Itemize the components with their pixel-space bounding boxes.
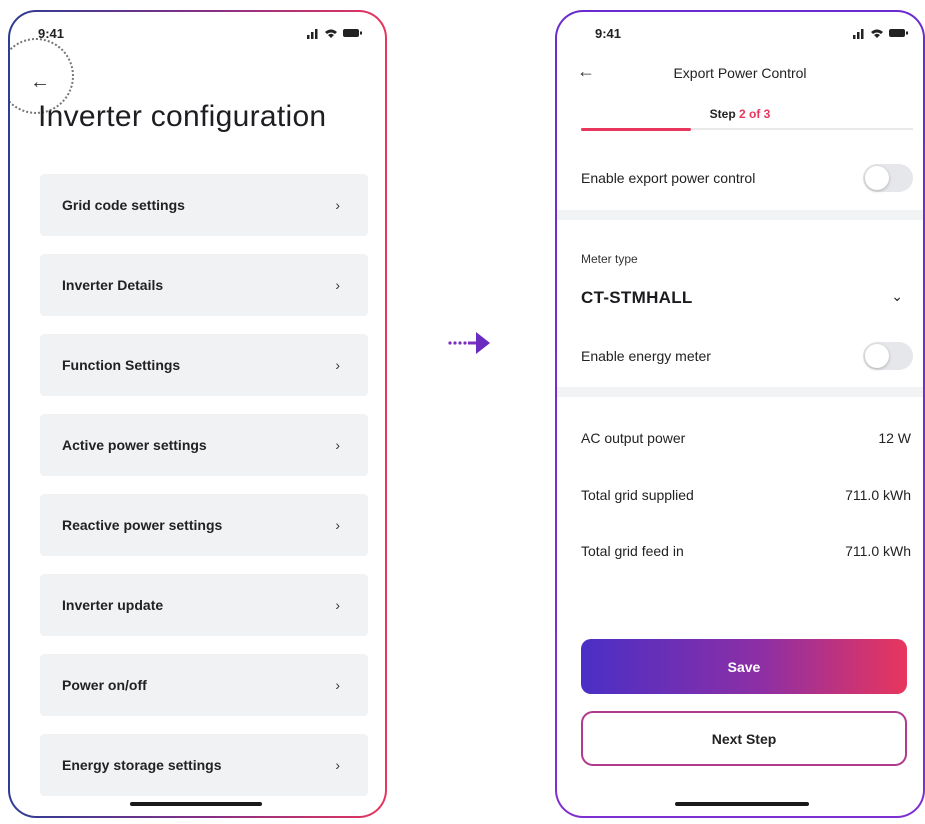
meter-type-select[interactable]: CT-STMHALL: [581, 288, 693, 308]
home-indicator: [130, 802, 262, 806]
enable-export-label: Enable export power control: [581, 170, 756, 186]
menu-item-inverter-details[interactable]: Inverter Details ›: [40, 254, 368, 316]
screen-inverter-configuration: 9:41 ← Inverter configuration Grid code …: [10, 12, 385, 816]
menu-item-label: Reactive power settings: [62, 517, 223, 533]
section-divider: [557, 387, 923, 397]
save-button[interactable]: Save: [581, 639, 907, 694]
enable-export-toggle[interactable]: [863, 164, 913, 192]
chevron-right-icon: ›: [335, 197, 340, 213]
screen-export-power-control: 9:41 ← Export Power Control Step 2 of 3 …: [557, 12, 923, 816]
menu-item-inverter-update[interactable]: Inverter update ›: [40, 574, 368, 636]
menu-item-energy-storage-settings[interactable]: Energy storage settings ›: [40, 734, 368, 796]
total-grid-feed-in-value: 711.0 kWh: [845, 543, 911, 559]
signal-wifi-battery-icon: [853, 29, 908, 39]
chevron-right-icon: ›: [335, 517, 340, 533]
step-progress-track: [581, 128, 913, 131]
meter-type-label: Meter type: [581, 252, 638, 266]
menu-item-label: Inverter update: [62, 597, 164, 613]
menu-item-label: Energy storage settings: [62, 757, 222, 773]
status-time: 9:41: [595, 26, 622, 41]
back-arrow-icon[interactable]: ←: [30, 72, 50, 92]
menu-item-label: Function Settings: [62, 357, 181, 373]
chevron-right-icon: ›: [335, 597, 340, 613]
total-grid-supplied-label: Total grid supplied: [581, 487, 694, 503]
ac-output-power-value: 12 W: [878, 430, 911, 446]
status-icons: [853, 27, 909, 42]
step-total: 3: [763, 107, 771, 121]
chevron-right-icon: ›: [335, 757, 340, 773]
step-prefix: Step: [709, 107, 739, 121]
home-indicator: [675, 802, 809, 806]
menu-item-label: Active power settings: [62, 437, 207, 453]
page-title: Inverter configuration: [38, 100, 327, 133]
step-separator: of: [745, 107, 764, 121]
total-grid-feed-in-label: Total grid feed in: [581, 543, 684, 559]
chevron-right-icon: ›: [335, 677, 340, 693]
chevron-right-icon: ›: [335, 357, 340, 373]
phone-inverter-configuration: 9:41 ← Inverter configuration Grid code …: [8, 10, 387, 818]
menu-item-active-power-settings[interactable]: Active power settings ›: [40, 414, 368, 476]
flow-arrow-icon: [448, 332, 490, 354]
menu-item-label: Power on/off: [62, 677, 147, 693]
section-divider: [557, 210, 923, 220]
next-step-button[interactable]: Next Step: [581, 711, 907, 766]
toggle-knob: [865, 166, 889, 190]
menu-item-grid-code-settings[interactable]: Grid code settings ›: [40, 174, 368, 236]
step-indicator: Step 2 of 3: [557, 107, 923, 121]
status-icons: [307, 27, 363, 42]
page-title: Export Power Control: [673, 65, 807, 81]
chevron-right-icon: ›: [335, 277, 340, 293]
menu-item-function-settings[interactable]: Function Settings ›: [40, 334, 368, 396]
menu-item-reactive-power-settings[interactable]: Reactive power settings ›: [40, 494, 368, 556]
menu-item-label: Inverter Details: [62, 277, 164, 293]
total-grid-supplied-value: 711.0 kWh: [845, 487, 911, 503]
signal-wifi-battery-icon: [307, 29, 362, 39]
ac-output-power-label: AC output power: [581, 430, 686, 446]
step-progress-bar: [581, 128, 691, 131]
chevron-down-icon[interactable]: ⌄: [891, 288, 903, 305]
toggle-knob: [865, 344, 889, 368]
chevron-right-icon: ›: [335, 437, 340, 453]
settings-menu: Grid code settings › Inverter Details › …: [40, 174, 368, 814]
enable-energy-meter-toggle[interactable]: [863, 342, 913, 370]
enable-energy-meter-label: Enable energy meter: [581, 348, 711, 364]
step-current: 2: [738, 107, 746, 121]
menu-item-label: Grid code settings: [62, 197, 185, 213]
phone-export-power-control: 9:41 ← Export Power Control Step 2 of 3 …: [555, 10, 925, 818]
menu-item-power-on-off[interactable]: Power on/off ›: [40, 654, 368, 716]
